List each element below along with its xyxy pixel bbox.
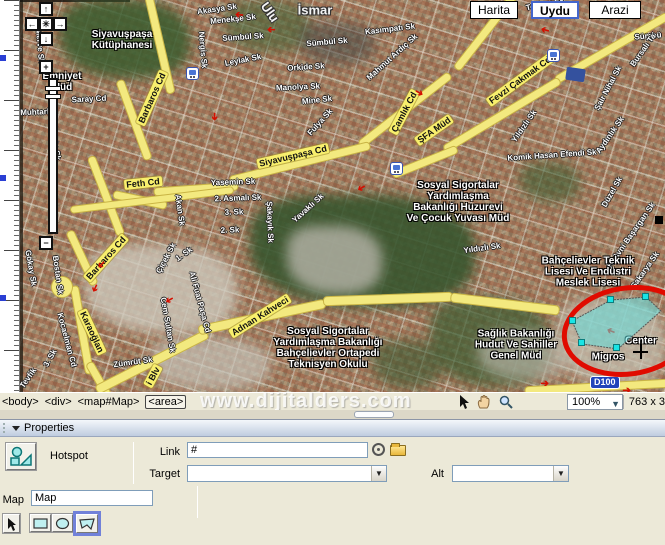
app-window: Akasya Sk Menekşe Sk Sümbül Sk Sümbül Sk Süm… <box>0 0 665 545</box>
properties-panel: Properties Hotspot Link Target ▼ Alt ▼ M… <box>0 420 665 545</box>
zoom-tool-icon[interactable] <box>499 395 513 409</box>
divider <box>197 486 198 518</box>
element-type-label: Hotspot <box>50 450 88 462</box>
select-tool-icon[interactable] <box>459 395 470 409</box>
panel-grip[interactable] <box>2 422 6 435</box>
chevron-down-icon[interactable]: ▼ <box>371 466 386 481</box>
hotspot-vertex-handle[interactable] <box>569 317 576 324</box>
tag-body[interactable]: <body> <box>2 396 39 408</box>
target-label: Target <box>149 468 180 480</box>
design-view-canvas[interactable]: Akasya Sk Menekşe Sk Sümbül Sk Sümbül Sk Süm… <box>20 0 665 392</box>
hotspot-shapes-icon <box>10 446 32 466</box>
horizontal-scrollbar <box>0 410 665 419</box>
polygon-hotspot-tool[interactable] <box>73 511 101 536</box>
pan-right-button[interactable]: → <box>53 17 67 31</box>
hotspot-vertex-handle[interactable] <box>607 296 614 303</box>
browse-folder-icon[interactable] <box>390 443 406 456</box>
map-name-input[interactable] <box>31 490 153 506</box>
crosshair-cursor <box>633 344 648 359</box>
hotspot-overlay <box>561 284 665 378</box>
zoom-slider-track[interactable] <box>48 78 58 234</box>
hotspot-vertex-handle[interactable] <box>642 293 649 300</box>
ruler-mark <box>0 55 6 61</box>
tag-mapMap[interactable]: <map#Map> <box>78 396 140 408</box>
alt-label: Alt <box>431 468 444 480</box>
link-input[interactable] <box>187 442 368 458</box>
magnification-select[interactable]: 100% ▼ <box>567 394 623 410</box>
rectangle-hotspot-tool[interactable] <box>30 514 51 532</box>
hotspot-vertex-handle[interactable] <box>613 344 620 351</box>
map-type-button-arazi[interactable]: Arazi <box>589 1 641 19</box>
zoom-slider-handle[interactable] <box>45 86 61 91</box>
ruler-mark <box>0 295 6 301</box>
tag-area[interactable]: <area> <box>145 395 187 409</box>
zoom-out-button[interactable]: − <box>39 236 53 250</box>
hotspot-vertex-handle[interactable] <box>578 339 585 346</box>
properties-title: Properties <box>24 422 75 434</box>
oval-hotspot-tool[interactable] <box>52 514 73 532</box>
scrollbar-thumb[interactable] <box>354 411 394 418</box>
pointer-hotspot-tool[interactable] <box>3 514 20 533</box>
tag-selector: <body> <div> <map#Map> <area> <box>2 395 187 409</box>
target-select[interactable]: ▼ <box>187 465 387 482</box>
target-value <box>188 470 191 482</box>
magnification-value: 100% <box>572 396 601 408</box>
alt-select[interactable]: ▼ <box>452 465 569 482</box>
pan-up-button[interactable]: ↑ <box>39 2 53 16</box>
ruler-mark <box>0 175 6 181</box>
properties-header[interactable]: Properties <box>0 420 665 437</box>
tag-div[interactable]: <div> <box>45 396 72 408</box>
pan-center-button[interactable]: ✳ <box>39 17 53 31</box>
image-resize-handle[interactable] <box>655 216 663 224</box>
divider <box>133 442 134 484</box>
hand-tool-icon[interactable] <box>477 395 492 409</box>
chevron-down-icon[interactable]: ▼ <box>553 466 568 481</box>
zoom-slider-tick <box>45 94 61 99</box>
map-name-label: Map <box>2 494 24 506</box>
vertical-ruler <box>0 0 20 392</box>
hotspot-icon-button[interactable] <box>6 443 36 470</box>
status-bar: www.dijitalders.com <body> <div> <map#Map>… <box>0 390 665 412</box>
alt-value <box>453 470 456 482</box>
map-type-button-harita[interactable]: Harita <box>470 1 518 19</box>
pan-down-button[interactable]: ↓ <box>39 32 53 46</box>
window-size-indicator[interactable]: 763 x 3 <box>622 395 665 409</box>
link-label: Link <box>159 446 180 458</box>
map-type-button-uydu[interactable]: Uydu <box>531 1 579 19</box>
zoom-in-button[interactable]: + <box>39 60 53 74</box>
collapse-arrow-icon[interactable] <box>12 426 20 431</box>
pan-left-button[interactable]: ← <box>25 17 39 31</box>
point-to-file-icon[interactable] <box>372 443 385 456</box>
chevron-down-icon: ▼ <box>611 399 620 409</box>
